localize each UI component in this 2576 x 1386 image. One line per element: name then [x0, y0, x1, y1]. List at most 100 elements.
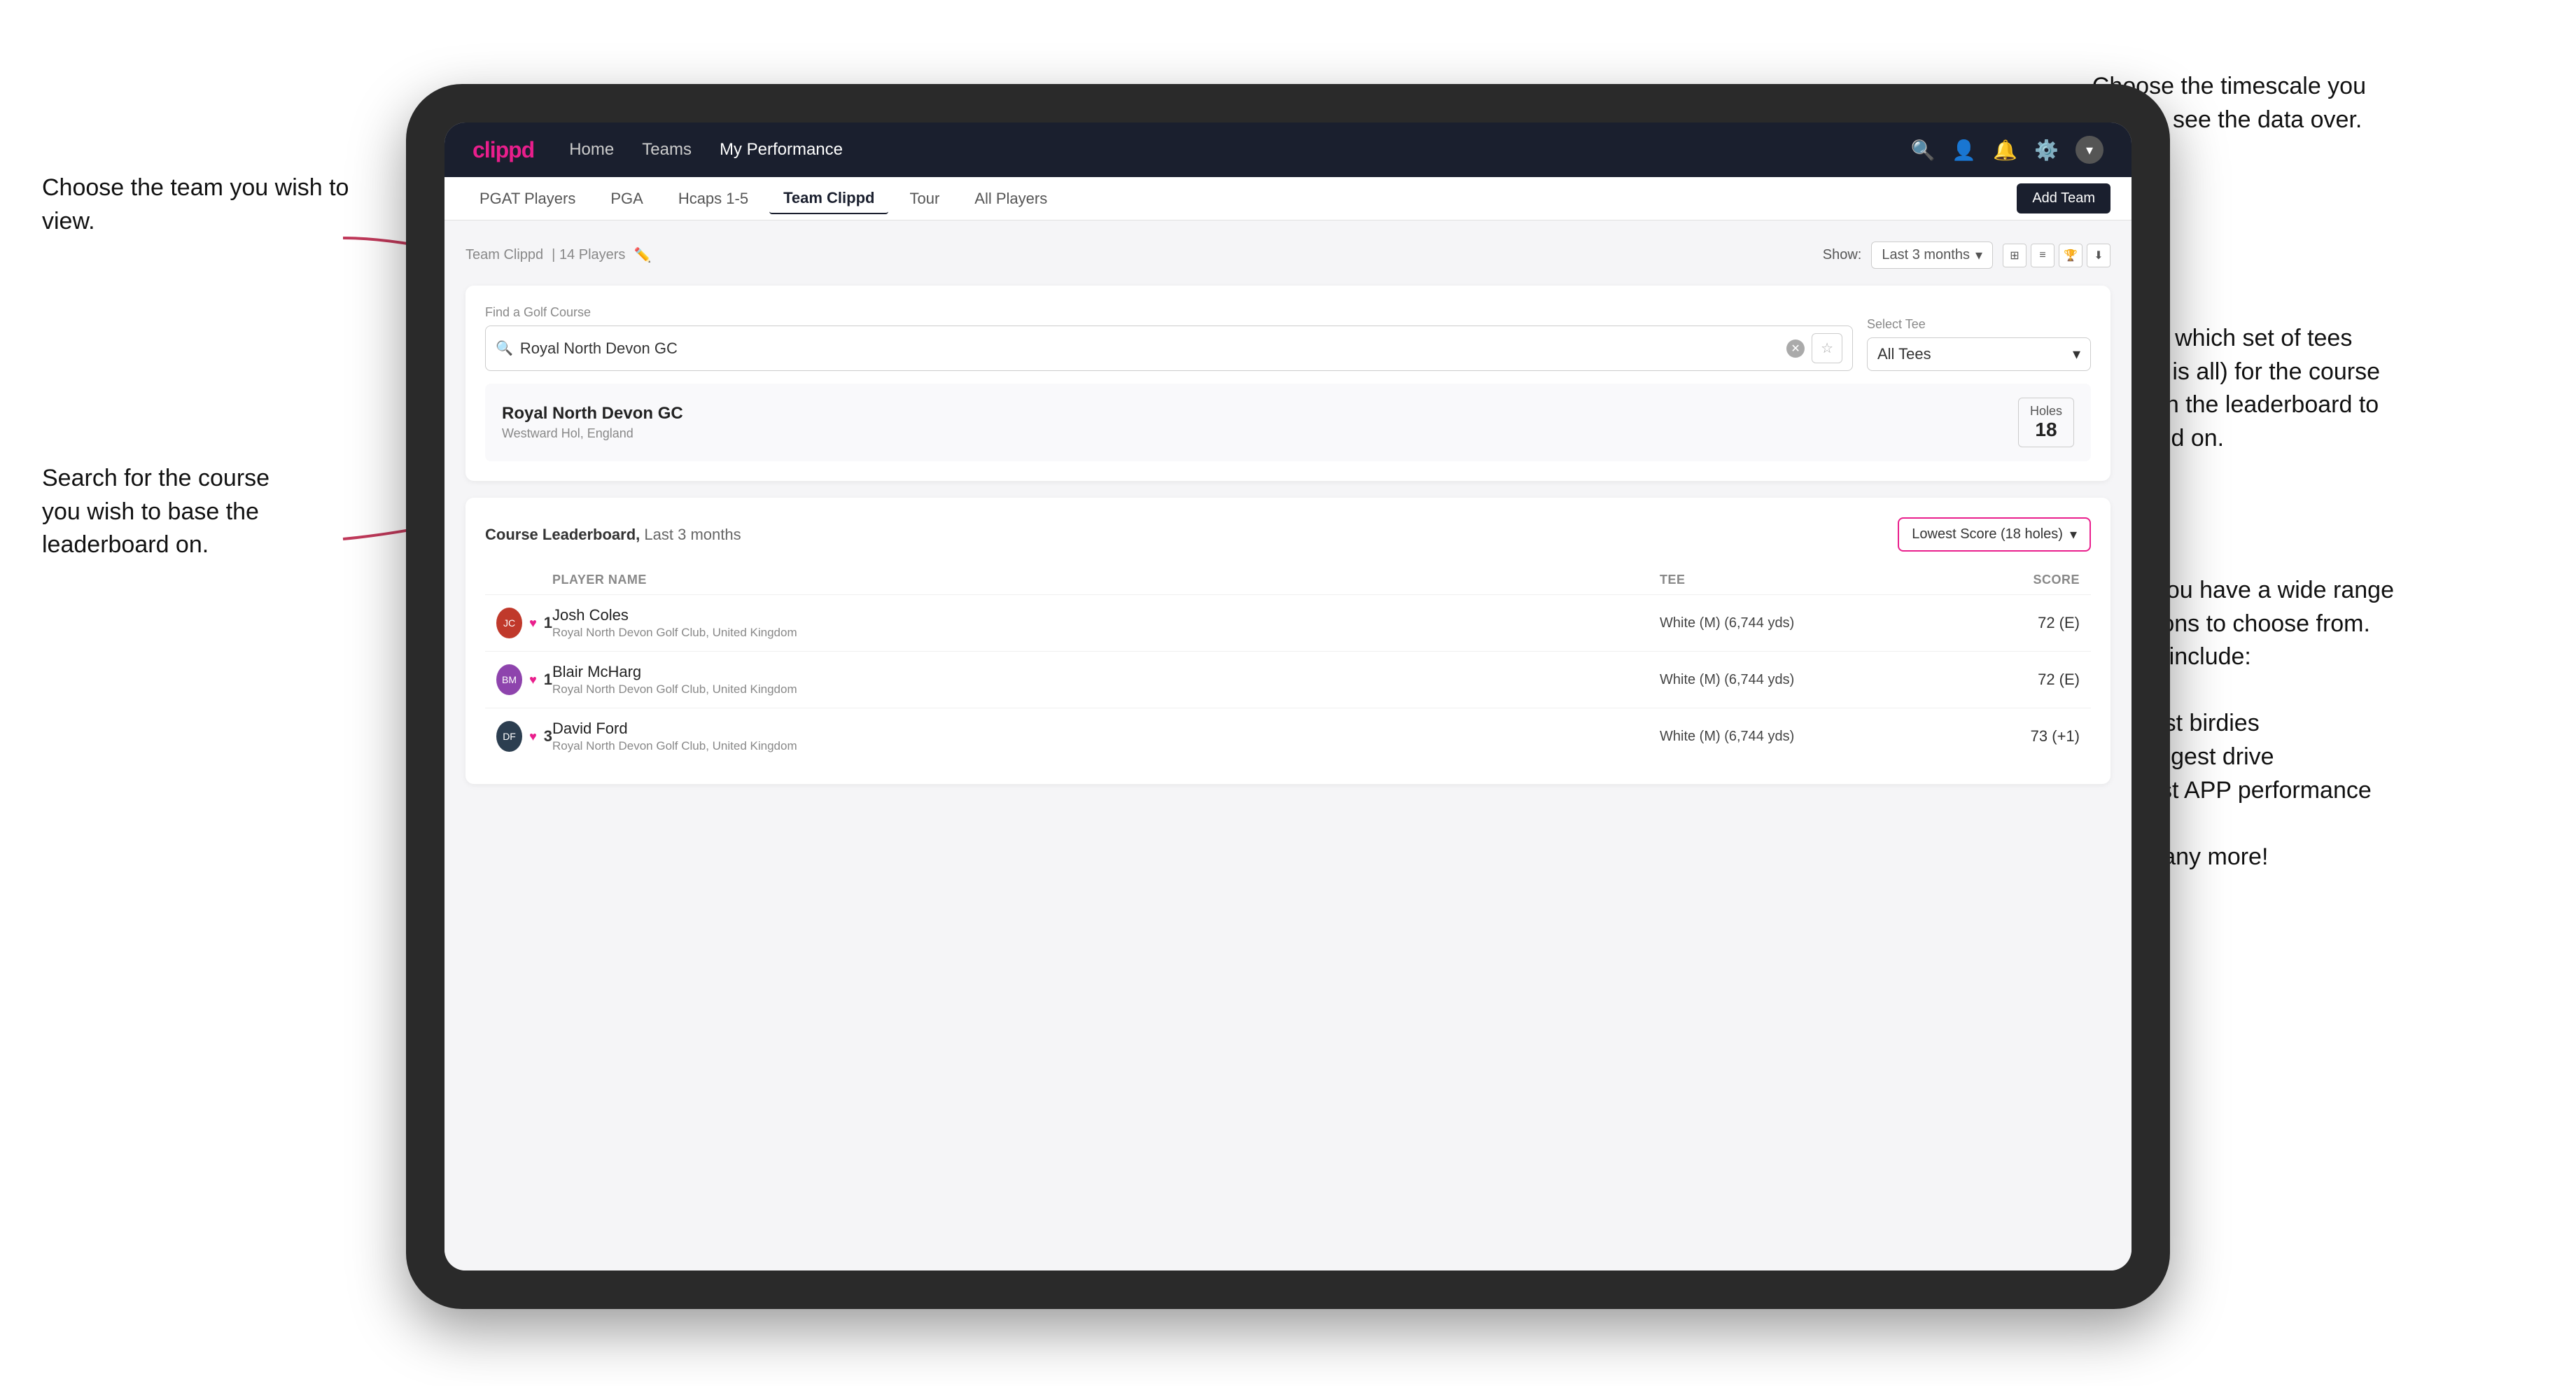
nav-my-performance[interactable]: My Performance [720, 140, 843, 160]
nav-home[interactable]: Home [569, 140, 614, 160]
rank-num-2: 1 [544, 671, 552, 689]
player-avatar-3: DF [496, 721, 522, 752]
star-button[interactable]: ☆ [1812, 333, 1842, 363]
settings-icon[interactable]: ⚙️ [2034, 139, 2059, 162]
leaderboard-table: PLAYER NAME TEE SCORE JC ♥ 1 Josh Coles [485, 566, 2091, 764]
row-rank-1: JC ♥ 1 [496, 608, 552, 638]
show-controls: Show: Last 3 months ▾ ⊞ ≡ 🏆 ⬇ [1823, 241, 2110, 269]
row-rank-3: DF ♥ 3 [496, 721, 552, 752]
table-column-headers: PLAYER NAME TEE SCORE [485, 566, 2091, 594]
table-row: DF ♥ 3 David Ford Royal North Devon Golf… [485, 708, 2091, 764]
ipad-screen: clippd Home Teams My Performance 🔍 👤 🔔 ⚙… [444, 122, 2132, 1270]
navbar: clippd Home Teams My Performance 🔍 👤 🔔 ⚙… [444, 122, 2132, 177]
holes-value: 18 [2030, 419, 2062, 441]
view-icons: ⊞ ≡ 🏆 ⬇ [2003, 244, 2110, 267]
download-icon[interactable]: ⬇ [2087, 244, 2110, 267]
player-club-1: Royal North Devon Golf Club, United King… [552, 626, 1660, 640]
tab-team-clippd[interactable]: Team Clippd [769, 183, 888, 214]
holes-label: Holes [2030, 404, 2062, 418]
team-title-group: Team Clippd | 14 Players ✏️ [465, 246, 651, 264]
ipad-frame: clippd Home Teams My Performance 🔍 👤 🔔 ⚙… [406, 84, 2170, 1309]
course-name: Royal North Devon GC [502, 404, 683, 424]
tee-select-group: Select Tee All Tees ▾ [1867, 317, 2091, 371]
team-annotation: Choose the team you wish to view. [42, 172, 350, 238]
trophy-icon[interactable]: 🏆 [2059, 244, 2082, 267]
course-annotation: Search for the courseyou wish to base th… [42, 462, 270, 562]
main-content: Team Clippd | 14 Players ✏️ Show: Last 3… [444, 220, 2132, 1270]
tab-pga[interactable]: PGA [596, 184, 657, 214]
col-player-name: PLAYER NAME [552, 573, 1660, 587]
heart-icon-2: ♥ [529, 673, 537, 687]
tee-select-label: Select Tee [1867, 317, 2091, 332]
nav-teams[interactable]: Teams [642, 140, 692, 160]
score-cell-1: 72 (E) [1940, 614, 2080, 632]
course-result: Royal North Devon GC Westward Hol, Engla… [485, 384, 2091, 461]
course-search-input[interactable] [520, 340, 1779, 358]
player-cell-1: Josh Coles Royal North Devon Golf Club, … [552, 606, 1660, 640]
tee-dropdown[interactable]: All Tees ▾ [1867, 337, 2091, 371]
search-icon: 🔍 [496, 340, 513, 357]
player-name-1: Josh Coles [552, 606, 1660, 624]
show-label: Show: [1823, 247, 1862, 263]
rank-num-3: 3 [544, 727, 552, 746]
list-view-icon[interactable]: ≡ [2031, 244, 2054, 267]
player-cell-2: Blair McHarg Royal North Devon Golf Club… [552, 663, 1660, 696]
player-avatar-2: BM [496, 664, 522, 695]
course-location: Westward Hol, England [502, 426, 683, 441]
course-search-group: Find a Golf Course 🔍 ✕ ☆ [485, 305, 1853, 371]
tee-cell-1: White (M) (6,744 yds) [1660, 615, 1940, 631]
navbar-icons: 🔍 👤 🔔 ⚙️ ▾ [1911, 136, 2104, 164]
course-search-input-wrap: 🔍 ✕ ☆ [485, 326, 1853, 371]
team-header: Team Clippd | 14 Players ✏️ Show: Last 3… [465, 241, 2110, 269]
holes-badge: Holes 18 [2018, 398, 2074, 447]
chevron-down-icon: ▾ [1975, 246, 1982, 264]
player-avatar-1: JC [496, 608, 522, 638]
tab-hcaps[interactable]: Hcaps 1-5 [664, 184, 762, 214]
add-team-button[interactable]: Add Team [2017, 183, 2110, 214]
score-cell-2: 72 (E) [1940, 671, 2080, 689]
clear-search-button[interactable]: ✕ [1786, 340, 1805, 358]
users-icon[interactable]: 👤 [1952, 139, 1976, 162]
player-name-3: David Ford [552, 720, 1660, 738]
tee-cell-3: White (M) (6,744 yds) [1660, 729, 1940, 745]
period-dropdown[interactable]: Last 3 months ▾ [1871, 241, 1993, 269]
table-row: JC ♥ 1 Josh Coles Royal North Devon Golf… [485, 594, 2091, 651]
search-icon[interactable]: 🔍 [1911, 139, 1935, 162]
chevron-down-icon: ▾ [2070, 526, 2077, 543]
course-search-card: Find a Golf Course 🔍 ✕ ☆ Select Tee All … [465, 286, 2110, 481]
leaderboard-card: Course Leaderboard, Last 3 months Lowest… [465, 498, 2110, 784]
player-club-3: Royal North Devon Golf Club, United King… [552, 739, 1660, 753]
course-search-label: Find a Golf Course [485, 305, 1853, 320]
team-name: Team Clippd [465, 247, 543, 263]
score-cell-3: 73 (+1) [1940, 727, 2080, 746]
player-club-2: Royal North Devon Golf Club, United King… [552, 682, 1660, 696]
rank-num-1: 1 [544, 614, 552, 632]
bell-icon[interactable]: 🔔 [1993, 139, 2017, 162]
edit-icon[interactable]: ✏️ [634, 246, 651, 264]
player-cell-3: David Ford Royal North Devon Golf Club, … [552, 720, 1660, 753]
score-type-dropdown[interactable]: Lowest Score (18 holes) ▾ [1898, 517, 2091, 552]
search-row: Find a Golf Course 🔍 ✕ ☆ Select Tee All … [485, 305, 2091, 371]
tee-cell-2: White (M) (6,744 yds) [1660, 672, 1940, 688]
col-rank [496, 573, 552, 587]
heart-icon-1: ♥ [529, 616, 537, 631]
course-info: Royal North Devon GC Westward Hol, Engla… [502, 404, 683, 441]
col-tee: TEE [1660, 573, 1940, 587]
tab-tour[interactable]: Tour [895, 184, 953, 214]
player-count: | 14 Players [552, 247, 625, 263]
row-rank-2: BM ♥ 1 [496, 664, 552, 695]
sub-tabs-bar: PGAT Players PGA Hcaps 1-5 Team Clippd T… [444, 177, 2132, 220]
grid-view-icon[interactable]: ⊞ [2003, 244, 2026, 267]
app-logo: clippd [472, 137, 534, 163]
chevron-down-icon: ▾ [2073, 345, 2080, 363]
table-row: BM ♥ 1 Blair McHarg Royal North Devon Go… [485, 651, 2091, 708]
tab-all-players[interactable]: All Players [960, 184, 1061, 214]
leaderboard-header: Course Leaderboard, Last 3 months Lowest… [485, 517, 2091, 552]
tab-pgat-players[interactable]: PGAT Players [465, 184, 589, 214]
user-avatar[interactable]: ▾ [2076, 136, 2104, 164]
leaderboard-title: Course Leaderboard, Last 3 months [485, 526, 741, 544]
player-name-2: Blair McHarg [552, 663, 1660, 681]
heart-icon-3: ♥ [529, 729, 537, 744]
col-score: SCORE [1940, 573, 2080, 587]
main-nav: Home Teams My Performance [569, 140, 1910, 160]
